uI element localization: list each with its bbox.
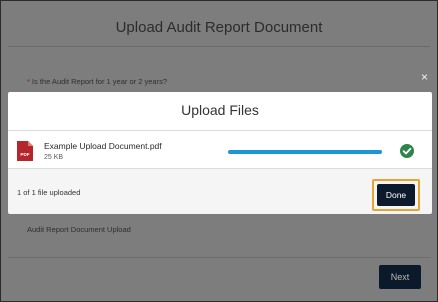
upload-progress-bar	[228, 150, 382, 154]
svg-text:PDF: PDF	[20, 152, 29, 157]
app-screen: Upload Audit Report Document * Is the Aud…	[0, 0, 438, 302]
modal-title: Upload Files	[181, 102, 259, 118]
upload-status-text: 1 of 1 file uploaded	[17, 188, 81, 197]
upload-progress-fill	[228, 150, 382, 154]
question-text: Is the Audit Report for 1 year or 2 year…	[31, 77, 167, 86]
question-label: * Is the Audit Report for 1 year or 2 yea…	[27, 77, 167, 86]
next-button[interactable]: Next	[379, 265, 421, 289]
pdf-file-icon: PDF	[17, 141, 33, 161]
done-button[interactable]: Done	[377, 184, 415, 206]
uploaded-file-row: PDF Example Upload Document.pdf 25 KB	[8, 131, 432, 167]
required-asterisk: *	[27, 77, 30, 86]
close-icon[interactable]: ×	[421, 71, 428, 83]
done-button-highlight: Done	[372, 179, 420, 211]
file-size: 25 KB	[44, 154, 64, 161]
file-name: Example Upload Document.pdf	[44, 141, 162, 151]
page-title: Upload Audit Report Document	[115, 19, 323, 36]
modal-footer: 1 of 1 file uploaded	[8, 168, 432, 214]
page-footer-divider	[8, 257, 430, 258]
document-upload-caption: Audit Report Document Upload	[27, 225, 131, 234]
check-circle-icon	[400, 144, 414, 158]
upload-files-modal: Upload Files PDF Example Upload Document…	[8, 92, 432, 214]
page-header: Upload Audit Report Document	[8, 6, 430, 47]
modal-header: Upload Files	[8, 92, 432, 131]
